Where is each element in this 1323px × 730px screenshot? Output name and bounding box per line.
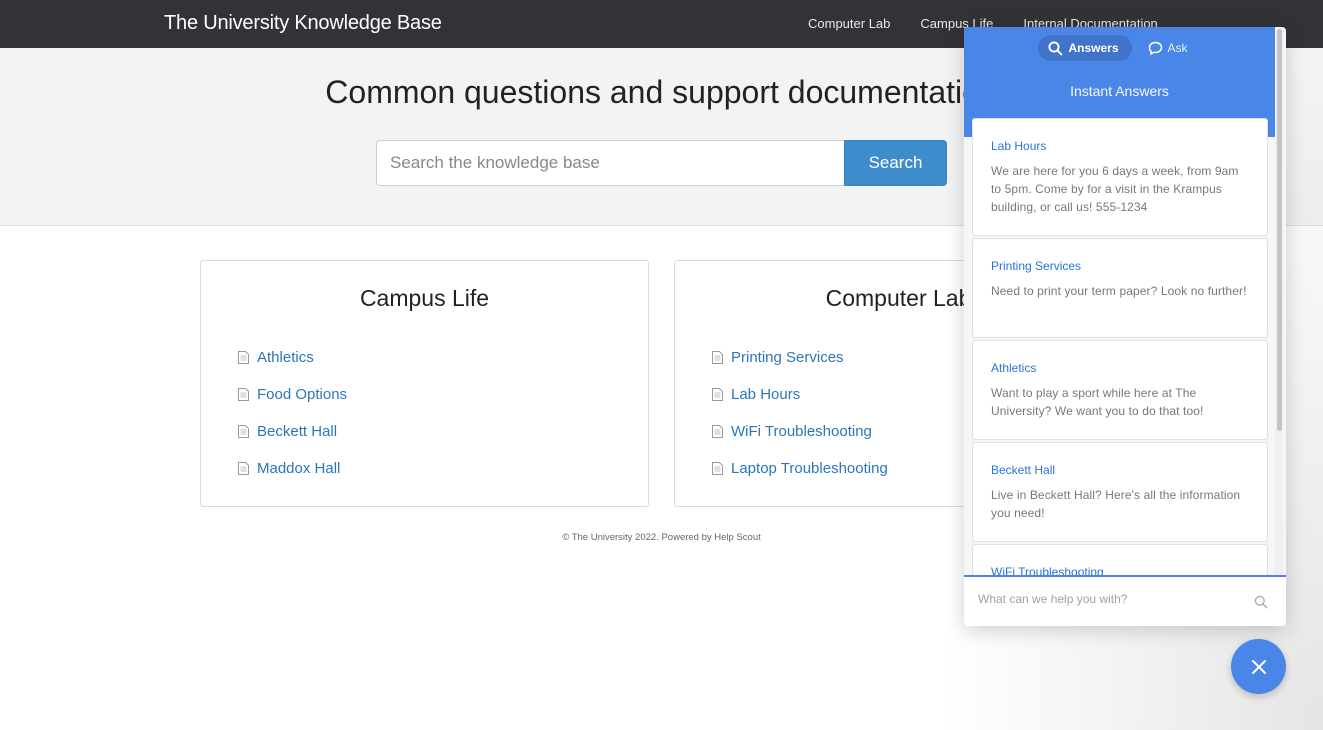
answer-title: Beckett Hall: [991, 463, 1056, 477]
answer-card[interactable]: Printing Services Need to print your ter…: [972, 238, 1268, 338]
document-icon: [238, 462, 249, 475]
answer-card[interactable]: Beckett Hall Live in Beckett Hall? Here'…: [972, 442, 1268, 542]
list-item: WiFi Troubleshooting: [712, 413, 888, 450]
answer-title: Printing Services: [991, 259, 1082, 273]
article-link[interactable]: Food Options: [257, 386, 347, 403]
tab-label: Ask: [1167, 41, 1188, 55]
help-widget: Answers Ask Instant Answers Lab Hours We…: [964, 27, 1286, 626]
category-card-campus-life: Campus Life Athletics Food Options Becke…: [200, 260, 649, 507]
widget-tabs: Answers Ask: [964, 35, 1275, 61]
article-link[interactable]: Lab Hours: [731, 386, 800, 403]
widget-search-input[interactable]: [978, 592, 1238, 606]
article-link[interactable]: Athletics: [257, 349, 314, 366]
close-icon: [1251, 659, 1266, 674]
answer-excerpt: We are here for you 6 days a week, from …: [991, 164, 1239, 214]
list-item: Printing Services: [712, 339, 888, 376]
tab-label: Answers: [1068, 41, 1119, 55]
search-icon[interactable]: [1254, 595, 1268, 609]
list-item: Maddox Hall: [238, 450, 347, 487]
answer-title: Athletics: [991, 361, 1037, 375]
answer-title: Lab Hours: [991, 139, 1047, 153]
category-title[interactable]: Campus Life: [201, 285, 648, 312]
document-icon: [238, 388, 249, 401]
document-icon: [712, 388, 723, 401]
chat-bubble-icon: [1148, 41, 1162, 55]
widget-search-bar: [964, 575, 1286, 626]
answer-excerpt: Need to print your term paper? Look no f…: [991, 284, 1247, 298]
answer-card[interactable]: Lab Hours We are here for you 6 days a w…: [972, 118, 1268, 236]
article-link[interactable]: WiFi Troubleshooting: [731, 423, 872, 440]
document-icon: [712, 425, 723, 438]
article-link[interactable]: Laptop Troubleshooting: [731, 460, 888, 477]
list-item: Laptop Troubleshooting: [712, 450, 888, 487]
article-list: Athletics Food Options Beckett Hall Madd…: [238, 339, 347, 487]
answer-list: Lab Hours We are here for you 6 days a w…: [972, 118, 1268, 606]
answer-card[interactable]: Athletics Want to play a sport while her…: [972, 340, 1268, 440]
document-icon: [712, 462, 723, 475]
search-button[interactable]: Search: [844, 140, 947, 186]
site-brand[interactable]: The University Knowledge Base: [164, 12, 442, 35]
answer-excerpt: Want to play a sport while here at The U…: [991, 386, 1204, 418]
tab-answers[interactable]: Answers: [1038, 35, 1132, 61]
article-link[interactable]: Printing Services: [731, 349, 844, 366]
list-item: Athletics: [238, 339, 347, 376]
nav-link-computer-lab[interactable]: Computer Lab: [808, 16, 890, 31]
widget-heading: Instant Answers: [1070, 83, 1169, 99]
search-input[interactable]: [376, 140, 844, 186]
search-icon: [1048, 40, 1063, 55]
close-widget-button[interactable]: [1231, 639, 1286, 694]
article-list: Printing Services Lab Hours WiFi Trouble…: [712, 339, 888, 487]
answer-excerpt: Live in Beckett Hall? Here's all the inf…: [991, 488, 1241, 520]
document-icon: [712, 351, 723, 364]
list-item: Lab Hours: [712, 376, 888, 413]
widget-scrollbar[interactable]: [1275, 27, 1283, 575]
list-item: Food Options: [238, 376, 347, 413]
document-icon: [238, 351, 249, 364]
document-icon: [238, 425, 249, 438]
article-link[interactable]: Beckett Hall: [257, 423, 337, 440]
search-bar: Search: [376, 140, 947, 186]
article-link[interactable]: Maddox Hall: [257, 460, 340, 477]
list-item: Beckett Hall: [238, 413, 347, 450]
tab-ask[interactable]: Ask: [1138, 35, 1201, 61]
scrollbar-thumb[interactable]: [1277, 29, 1282, 431]
